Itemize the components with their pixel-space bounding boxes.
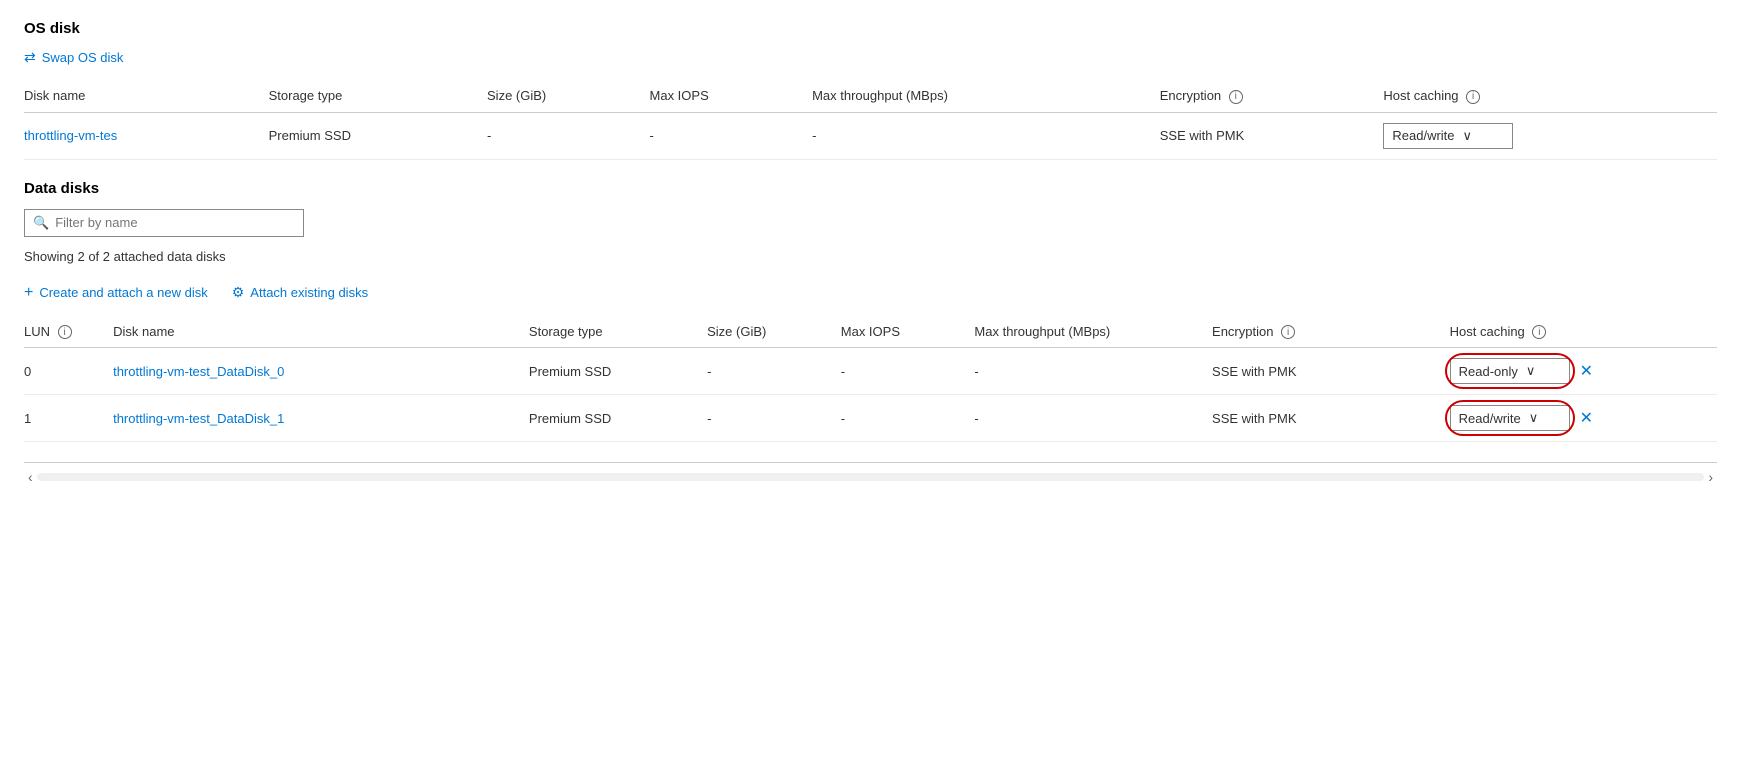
data-throughput-cell: - bbox=[974, 348, 1212, 395]
data-diskname-link[interactable]: throttling-vm-test_DataDisk_0 bbox=[113, 364, 284, 379]
data-lun-cell: 0 bbox=[24, 348, 113, 395]
os-disk-row: throttling-vm-tes Premium SSD - - - SSE … bbox=[24, 112, 1717, 159]
data-col-lun: LUN i bbox=[24, 318, 113, 348]
hostcaching-chevron-icon: ∨ bbox=[1529, 410, 1539, 426]
os-col-encryption: Encryption i bbox=[1160, 82, 1384, 112]
os-col-maxiops: Max IOPS bbox=[650, 82, 813, 112]
data-disk-row: 0throttling-vm-test_DataDisk_0 Premium SS… bbox=[24, 348, 1717, 395]
action-bar: + Create and attach a new disk ⚙ Attach … bbox=[24, 284, 1717, 302]
data-disks-section: Data disks 🔍 Showing 2 of 2 attached dat… bbox=[24, 180, 1717, 443]
scroll-right-button[interactable]: › bbox=[1704, 467, 1717, 487]
delete-disk-button-0[interactable]: ✕ bbox=[1580, 361, 1593, 381]
lun-info-icon[interactable]: i bbox=[58, 325, 72, 339]
os-col-diskname: Disk name bbox=[24, 82, 269, 112]
data-hostcaching-dropdown-1[interactable]: Read/write ∨ bbox=[1450, 405, 1570, 431]
os-iops-cell: - bbox=[650, 112, 813, 159]
data-encryption-cell: SSE with PMK bbox=[1212, 348, 1450, 395]
os-hostcaching-cell: Read/write ∨ bbox=[1383, 112, 1717, 159]
data-storage-cell: Premium SSD bbox=[529, 395, 707, 442]
os-hostcaching-chevron-icon: ∨ bbox=[1463, 128, 1505, 144]
attach-btn-label: Attach existing disks bbox=[250, 285, 368, 300]
os-disk-name-cell: throttling-vm-tes bbox=[24, 112, 269, 159]
data-encryption-cell: SSE with PMK bbox=[1212, 395, 1450, 442]
data-col-hostcaching: Host caching i bbox=[1450, 318, 1717, 348]
encryption-info-icon-os[interactable]: i bbox=[1229, 90, 1243, 104]
data-col-iops: Max IOPS bbox=[841, 318, 975, 348]
scroll-left-button[interactable]: ‹ bbox=[24, 467, 37, 487]
swap-icon: ⇄ bbox=[24, 49, 36, 66]
os-col-size: Size (GiB) bbox=[487, 82, 650, 112]
os-disk-title: OS disk bbox=[24, 20, 1717, 37]
data-size-cell: - bbox=[707, 395, 841, 442]
data-storage-cell: Premium SSD bbox=[529, 348, 707, 395]
filter-input-container: 🔍 bbox=[24, 209, 304, 237]
data-hostcaching-cell: Read-only ∨ ✕ bbox=[1450, 348, 1717, 395]
create-btn-label: Create and attach a new disk bbox=[39, 285, 207, 300]
data-lun-cell: 1 bbox=[24, 395, 113, 442]
os-throughput-cell: - bbox=[812, 112, 1160, 159]
os-size-cell: - bbox=[487, 112, 650, 159]
hostcaching-value: Read/write bbox=[1459, 411, 1521, 426]
filter-input[interactable] bbox=[55, 215, 295, 230]
data-col-size: Size (GiB) bbox=[707, 318, 841, 348]
data-hostcaching-dropdown-0[interactable]: Read-only ∨ bbox=[1450, 358, 1570, 384]
hostcaching-chevron-icon: ∨ bbox=[1526, 363, 1536, 379]
data-iops-cell: - bbox=[841, 348, 975, 395]
data-diskname-link[interactable]: throttling-vm-test_DataDisk_1 bbox=[113, 411, 284, 426]
os-encryption-cell: SSE with PMK bbox=[1160, 112, 1384, 159]
os-col-storagetype: Storage type bbox=[269, 82, 487, 112]
hostcaching-info-icon-data[interactable]: i bbox=[1532, 325, 1546, 339]
hostcaching-info-icon-os[interactable]: i bbox=[1466, 90, 1480, 104]
os-col-hostcaching: Host caching i bbox=[1383, 82, 1717, 112]
data-col-storagetype: Storage type bbox=[529, 318, 707, 348]
swap-os-disk-button[interactable]: ⇄ Swap OS disk bbox=[24, 49, 1717, 66]
os-hostcaching-value: Read/write bbox=[1392, 128, 1454, 143]
os-col-throughput: Max throughput (MBps) bbox=[812, 82, 1160, 112]
data-disk-row: 1throttling-vm-test_DataDisk_1 Premium SS… bbox=[24, 395, 1717, 442]
scrollbar-track[interactable] bbox=[37, 473, 1705, 481]
data-iops-cell: - bbox=[841, 395, 975, 442]
data-diskname-cell: throttling-vm-test_DataDisk_0 bbox=[113, 348, 529, 395]
data-disks-table: LUN i Disk name Storage type Size (GiB) … bbox=[24, 318, 1717, 443]
showing-text: Showing 2 of 2 attached data disks bbox=[24, 249, 1717, 264]
data-col-encryption: Encryption i bbox=[1212, 318, 1450, 348]
os-hostcaching-dropdown[interactable]: Read/write ∨ bbox=[1383, 123, 1513, 149]
encryption-info-icon-data[interactable]: i bbox=[1281, 325, 1295, 339]
search-icon: 🔍 bbox=[33, 215, 49, 231]
data-col-throughput: Max throughput (MBps) bbox=[974, 318, 1212, 348]
hostcaching-value: Read-only bbox=[1459, 364, 1518, 379]
os-disk-name-link[interactable]: throttling-vm-tes bbox=[24, 128, 117, 143]
os-storage-type-cell: Premium SSD bbox=[269, 112, 487, 159]
swap-label: Swap OS disk bbox=[42, 50, 124, 65]
os-disk-table: Disk name Storage type Size (GiB) Max IO… bbox=[24, 82, 1717, 160]
plus-icon: + bbox=[24, 284, 33, 302]
data-hostcaching-cell: Read/write ∨ ✕ bbox=[1450, 395, 1717, 442]
scrollbar-container: ‹ › bbox=[24, 462, 1717, 487]
data-disks-title: Data disks bbox=[24, 180, 1717, 197]
attach-icon: ⚙ bbox=[232, 284, 245, 301]
data-throughput-cell: - bbox=[974, 395, 1212, 442]
delete-disk-button-1[interactable]: ✕ bbox=[1580, 408, 1593, 428]
create-attach-disk-button[interactable]: + Create and attach a new disk bbox=[24, 284, 208, 302]
data-diskname-cell: throttling-vm-test_DataDisk_1 bbox=[113, 395, 529, 442]
main-container: OS disk ⇄ Swap OS disk Disk name Storage… bbox=[0, 0, 1741, 507]
attach-existing-disks-button[interactable]: ⚙ Attach existing disks bbox=[232, 284, 368, 301]
os-disk-section: OS disk ⇄ Swap OS disk Disk name Storage… bbox=[24, 20, 1717, 160]
data-size-cell: - bbox=[707, 348, 841, 395]
data-col-diskname: Disk name bbox=[113, 318, 529, 348]
